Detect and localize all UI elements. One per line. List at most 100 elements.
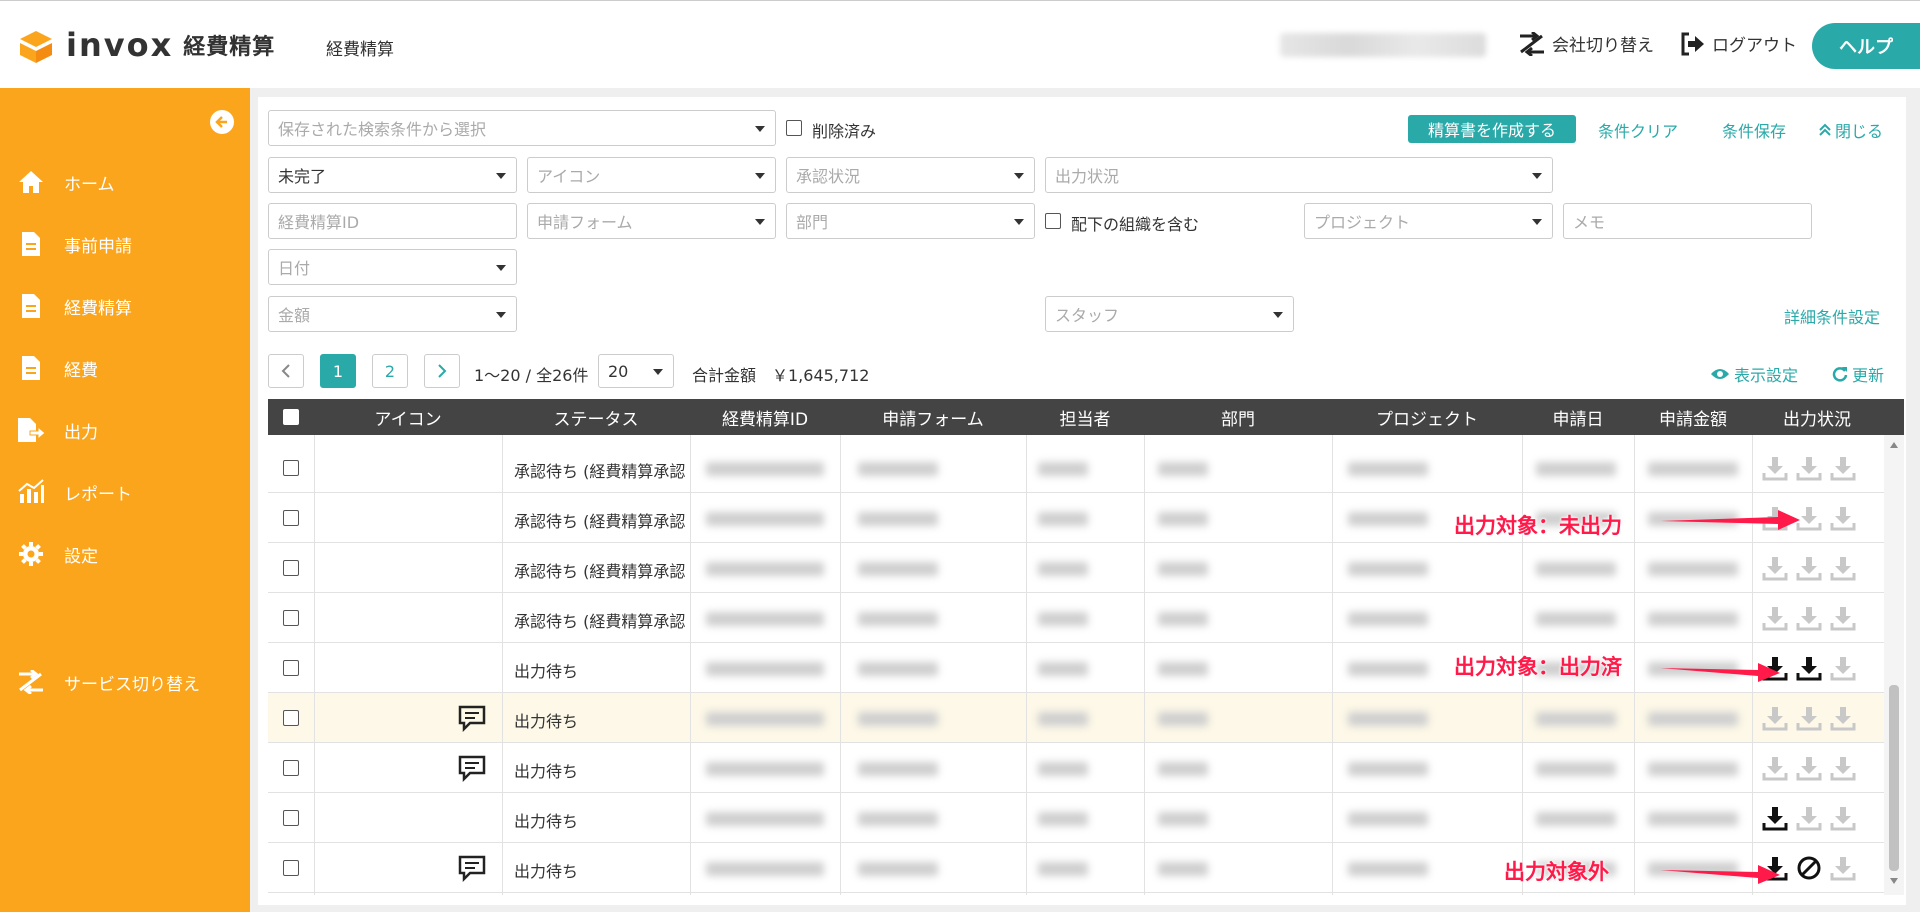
sidebar-item-settings[interactable]: 設定 bbox=[0, 534, 250, 574]
column-header-form[interactable]: 申請フォーム bbox=[840, 399, 1026, 435]
table-row[interactable]: 承認待ち (経費精算承認 bbox=[268, 443, 1884, 493]
column-header-department[interactable]: 部門 bbox=[1144, 399, 1332, 435]
column-header-date[interactable]: 申請日 bbox=[1522, 399, 1634, 435]
staff-select[interactable]: スタッフ bbox=[1045, 296, 1294, 332]
sidebar-item-report[interactable]: レポート bbox=[0, 472, 250, 512]
table-row[interactable]: 出力待ち bbox=[268, 643, 1884, 693]
download-icon[interactable] bbox=[1762, 555, 1788, 581]
page-1-button[interactable]: 1 bbox=[320, 354, 356, 388]
page-2-button[interactable]: 2 bbox=[372, 354, 408, 388]
table-scrollbar[interactable] bbox=[1884, 435, 1904, 895]
download-icon[interactable] bbox=[1830, 505, 1856, 531]
column-header-icon[interactable]: アイコン bbox=[314, 399, 502, 435]
download-icon[interactable] bbox=[1796, 455, 1822, 481]
download-icon[interactable] bbox=[1830, 605, 1856, 631]
download-icon[interactable] bbox=[1762, 455, 1788, 481]
table-row[interactable]: 出力待ち bbox=[268, 793, 1884, 843]
table-row[interactable]: 出力待ち bbox=[268, 843, 1884, 893]
scroll-down-icon[interactable] bbox=[1889, 877, 1899, 885]
sidebar-item-pre-application[interactable]: 事前申請 bbox=[0, 224, 250, 264]
column-header-status[interactable]: ステータス bbox=[502, 399, 690, 435]
download-icon[interactable] bbox=[1796, 805, 1822, 831]
download-icon[interactable] bbox=[1762, 605, 1788, 631]
download-icon[interactable] bbox=[1796, 605, 1822, 631]
table-row[interactable]: 出力待ち bbox=[268, 743, 1884, 793]
download-icon[interactable] bbox=[1796, 755, 1822, 781]
download-icon[interactable] bbox=[1830, 855, 1856, 881]
row-checkbox[interactable] bbox=[283, 460, 299, 476]
download-icon[interactable] bbox=[1830, 655, 1856, 681]
refresh-link[interactable]: 更新 bbox=[1832, 362, 1884, 386]
expense-id-input[interactable]: 経費精算ID bbox=[268, 203, 517, 239]
close-filters-link[interactable]: 閉じる bbox=[1818, 118, 1883, 142]
column-header-output[interactable]: 出力状況 bbox=[1752, 399, 1882, 435]
scrollbar-thumb[interactable] bbox=[1889, 685, 1899, 871]
next-page-button[interactable] bbox=[424, 354, 460, 388]
sidebar-collapse-button[interactable] bbox=[210, 110, 234, 134]
download-icon[interactable] bbox=[1796, 655, 1822, 681]
download-icon[interactable] bbox=[1830, 805, 1856, 831]
prev-page-button[interactable] bbox=[268, 354, 304, 388]
sidebar-item-output[interactable]: 出力 bbox=[0, 410, 250, 450]
memo-input[interactable]: メモ bbox=[1563, 203, 1812, 239]
app-logo[interactable]: invox 経費精算 bbox=[16, 25, 275, 65]
column-header-staff[interactable]: 担当者 bbox=[1026, 399, 1144, 435]
sidebar-item-home[interactable]: ホーム bbox=[0, 162, 250, 202]
row-checkbox[interactable] bbox=[283, 610, 299, 626]
help-button[interactable]: ヘルプ bbox=[1812, 23, 1920, 69]
status-select[interactable]: 未完了 bbox=[268, 157, 517, 193]
download-icon[interactable] bbox=[1796, 705, 1822, 731]
row-checkbox[interactable] bbox=[283, 660, 299, 676]
comment-icon[interactable] bbox=[458, 754, 486, 786]
column-header-project[interactable]: プロジェクト bbox=[1332, 399, 1522, 435]
excluded-icon[interactable] bbox=[1796, 855, 1822, 881]
table-row[interactable]: 承認待ち (経費精算承認 bbox=[268, 493, 1884, 543]
service-switch-button[interactable]: サービス切り替え bbox=[0, 662, 250, 702]
sidebar-item-expenses[interactable]: 経費 bbox=[0, 348, 250, 388]
row-checkbox[interactable] bbox=[283, 710, 299, 726]
clear-conditions-link[interactable]: 条件クリア bbox=[1598, 118, 1678, 142]
column-header-amount[interactable]: 申請金額 bbox=[1634, 399, 1752, 435]
create-report-button[interactable]: 精算書を作成する bbox=[1408, 115, 1576, 143]
amount-select[interactable]: 金額 bbox=[268, 296, 517, 332]
download-icon[interactable] bbox=[1762, 755, 1788, 781]
table-row[interactable]: 出力待ち bbox=[268, 693, 1884, 743]
comment-icon[interactable] bbox=[458, 854, 486, 886]
department-select[interactable]: 部門 bbox=[786, 203, 1035, 239]
date-select[interactable]: 日付 bbox=[268, 249, 517, 285]
project-select[interactable]: プロジェクト bbox=[1304, 203, 1553, 239]
download-icon[interactable] bbox=[1796, 555, 1822, 581]
download-icon[interactable] bbox=[1762, 705, 1788, 731]
scroll-up-icon[interactable] bbox=[1889, 441, 1899, 449]
output-status-select[interactable]: 出力状況 bbox=[1045, 157, 1553, 193]
row-checkbox[interactable] bbox=[283, 760, 299, 776]
approval-status-select[interactable]: 承認状況 bbox=[786, 157, 1035, 193]
row-checkbox[interactable] bbox=[283, 860, 299, 876]
download-icon[interactable] bbox=[1830, 455, 1856, 481]
status-cell: 出力待ち bbox=[514, 762, 579, 781]
column-header-id[interactable]: 経費精算ID bbox=[690, 399, 840, 435]
advanced-conditions-link[interactable]: 詳細条件設定 bbox=[1784, 304, 1880, 328]
include-sub-org-checkbox[interactable] bbox=[1045, 213, 1061, 229]
download-icon[interactable] bbox=[1830, 755, 1856, 781]
row-checkbox[interactable] bbox=[283, 560, 299, 576]
display-settings-link[interactable]: 表示設定 bbox=[1710, 362, 1798, 386]
logout-button[interactable]: ログアウト bbox=[1680, 31, 1797, 56]
deleted-checkbox[interactable] bbox=[786, 120, 802, 136]
select-all-checkbox[interactable] bbox=[283, 409, 299, 425]
sidebar-item-expense-report[interactable]: 経費精算 bbox=[0, 286, 250, 326]
switch-company-button[interactable]: 会社切り替え bbox=[1518, 31, 1654, 56]
save-conditions-link[interactable]: 条件保存 bbox=[1722, 118, 1786, 142]
table-row[interactable]: 承認待ち (経費精算承認 bbox=[268, 543, 1884, 593]
comment-icon[interactable] bbox=[458, 704, 486, 736]
row-checkbox[interactable] bbox=[283, 810, 299, 826]
table-row[interactable]: 承認待ち (経費精算承認 bbox=[268, 593, 1884, 643]
download-icon[interactable] bbox=[1830, 555, 1856, 581]
saved-search-select[interactable]: 保存された検索条件から選択 bbox=[268, 110, 776, 146]
icon-select[interactable]: アイコン bbox=[527, 157, 776, 193]
download-icon[interactable] bbox=[1830, 705, 1856, 731]
download-icon[interactable] bbox=[1762, 805, 1788, 831]
per-page-select[interactable]: 20 bbox=[598, 354, 674, 388]
row-checkbox[interactable] bbox=[283, 510, 299, 526]
form-select[interactable]: 申請フォーム bbox=[527, 203, 776, 239]
